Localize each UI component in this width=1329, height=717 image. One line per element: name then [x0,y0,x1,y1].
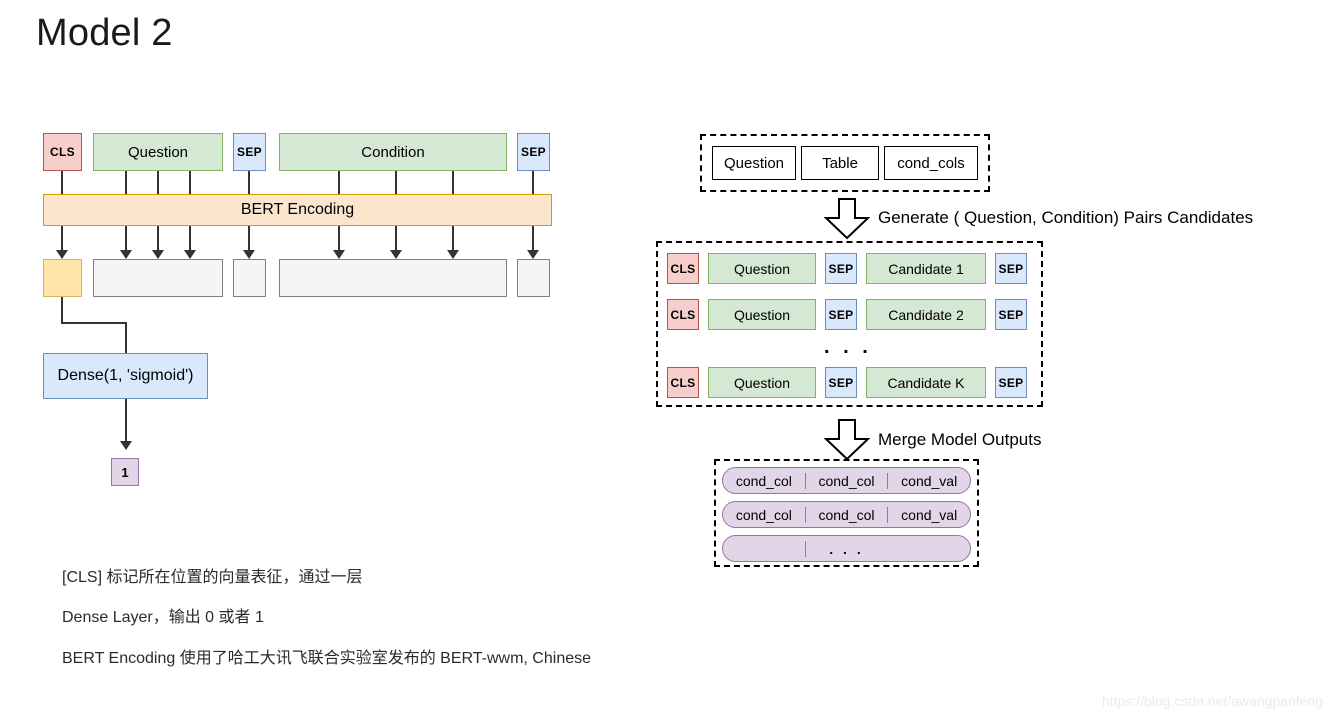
merge-step-arrow-icon [823,419,871,461]
final-output-box: 1 [111,458,139,486]
candidate-row-2-sep-1: SEP [825,299,857,330]
token-tick-1 [61,171,63,195]
result-row-2: cond_col cond_col cond_val [722,501,971,528]
candidate-row-2-cls: CLS [667,299,699,330]
dense-layer-box: Dense(1, 'sigmoid') [43,353,208,399]
left-input-question-label: Question [127,143,189,161]
slide-canvas: Model 2 CLS Question SEP Condition SEP B… [0,0,1329,717]
candidate-row-k-sep-1: SEP [825,367,857,398]
left-output-sep-1 [233,259,266,297]
input-question-label: Question [723,154,785,172]
generate-step-label: Generate ( Question, Condition) Pairs Ca… [878,208,1254,227]
candidate-row-2-candidate-label: Candidate 2 [888,306,964,323]
candidate-row-1-question: Question [708,253,816,284]
result-row-1-cell-2: cond_col [804,472,888,489]
left-input-condition: Condition [279,133,507,171]
candidate-row-1-sep-2-label: SEP [998,261,1024,276]
token-tick-8 [452,171,454,195]
left-input-cls-label: CLS [50,145,75,159]
result-row-1: cond_col cond_col cond_val [722,467,971,494]
left-output-cls-vector [43,259,82,297]
caption-line-2: Dense Layer，输出 0 或者 1 [62,609,264,626]
left-input-condition-label: Condition [361,143,425,161]
candidates-ellipsis: . . . [824,336,872,358]
candidate-row-2-candidate: Candidate 2 [866,299,986,330]
candidate-row-k-sep-2-label: SEP [998,375,1024,390]
candidate-row-1-sep-1: SEP [825,253,857,284]
candidate-row-1-candidate-label: Candidate 1 [888,260,964,277]
token-tick-2 [125,171,127,195]
candidate-row-1-sep-1-label: SEP [828,261,854,276]
candidate-row-2-question: Question [708,299,816,330]
candidate-row-1-cls: CLS [667,253,699,284]
bert-encoding-label: BERT Encoding [240,201,355,218]
candidate-row-1-candidate: Candidate 1 [866,253,986,284]
token-tick-4 [189,171,191,195]
candidate-row-2-sep-2-label: SEP [998,307,1024,322]
left-input-cls: CLS [43,133,82,171]
candidate-row-k-cls-label: CLS [670,375,696,390]
result-row-2-cell-1: cond_col [735,506,792,523]
token-tick-5 [248,171,250,195]
candidate-row-k-question-label: Question [733,374,791,391]
result-row-3: . . . [722,535,971,562]
left-output-sep-2 [517,259,550,297]
dense-layer-label: Dense(1, 'sigmoid') [57,367,194,384]
candidate-row-2-question-label: Question [733,306,791,323]
candidate-row-k-question: Question [708,367,816,398]
left-input-sep-1-label: SEP [237,145,262,159]
candidate-row-2-sep-2: SEP [995,299,1027,330]
token-tick-9 [532,171,534,195]
left-input-sep-2-label: SEP [521,145,546,159]
candidate-row-k-sep-2: SEP [995,367,1027,398]
token-tick-3 [157,171,159,195]
result-row-1-cell-3: cond_val [887,472,970,489]
candidate-row-2-sep-1-label: SEP [828,307,854,322]
result-row-1-cell-1: cond_col [735,472,792,489]
input-table-label: Table [822,154,858,172]
input-question-box: Question [712,146,796,180]
candidate-row-k-sep-1-label: SEP [828,375,854,390]
result-row-2-cell-3: cond_val [887,506,970,523]
result-row-2-cell-2: cond_col [804,506,888,523]
caption-line-1: [CLS] 标记所在位置的向量表征，通过一层 [62,569,363,586]
candidate-row-1-sep-2: SEP [995,253,1027,284]
input-condcols-label: cond_cols [897,154,965,172]
bert-encoding-bar: BERT Encoding [43,194,552,226]
final-output-label: 1 [121,464,129,480]
left-output-condition [279,259,507,297]
candidate-row-1-cls-label: CLS [670,261,696,276]
caption-line-3: BERT Encoding 使用了哈工大讯飞联合实验室发布的 BERT-wwm,… [62,650,592,667]
token-tick-7 [395,171,397,195]
left-input-sep-1: SEP [233,133,266,171]
input-condcols-box: cond_cols [884,146,978,180]
left-input-sep-2: SEP [517,133,550,171]
merge-step-label: Merge Model Outputs [878,430,1042,449]
generate-step-arrow-icon [823,198,871,240]
candidate-row-2-cls-label: CLS [670,307,696,322]
page-title: Model 2 [36,12,173,54]
candidate-row-k-cls: CLS [667,367,699,398]
watermark: https://blog.csdn.net/awangpanfeng [1101,693,1323,709]
candidate-row-1-question-label: Question [733,260,791,277]
candidate-row-k-candidate: Candidate K [866,367,986,398]
token-tick-6 [338,171,340,195]
candidate-row-k-candidate-label: Candidate K [887,374,965,391]
left-input-question: Question [93,133,223,171]
input-table-box: Table [801,146,879,180]
result-row-3-cell-2: . . . [804,540,888,557]
left-output-question [93,259,223,297]
